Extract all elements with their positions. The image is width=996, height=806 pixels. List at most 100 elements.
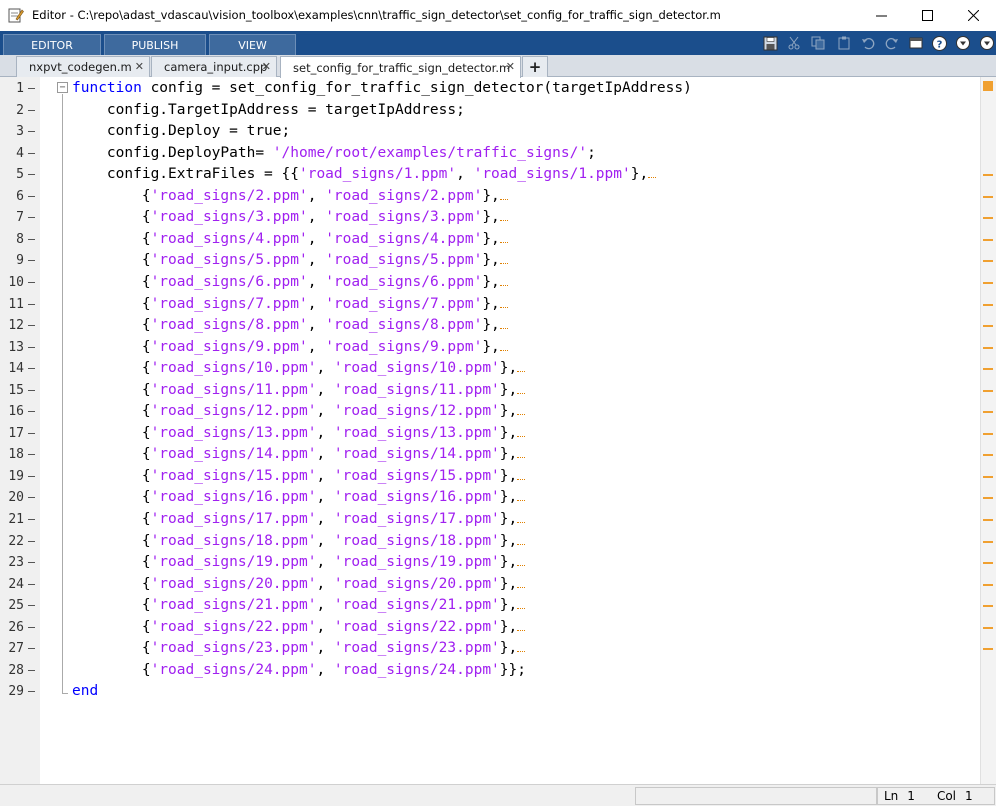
warning-underline[interactable] (499, 259, 508, 265)
fold-toggle-icon[interactable]: − (57, 82, 68, 93)
warning-underline[interactable] (499, 324, 508, 330)
warning-underline[interactable] (517, 561, 526, 567)
breakpoint-dash[interactable] (28, 626, 35, 628)
warning-underline[interactable] (517, 432, 526, 437)
breakpoint-dash[interactable] (28, 432, 35, 434)
code-line[interactable]: 21 {'road_signs/17.ppm', 'road_signs/17.… (0, 509, 996, 530)
warning-underline[interactable] (517, 453, 526, 459)
code-line[interactable]: 17 {'road_signs/13.ppm', 'road_signs/13.… (0, 423, 996, 444)
breakpoint-dash[interactable] (28, 238, 35, 240)
breakpoint-dash[interactable] (28, 497, 35, 499)
paste-button[interactable] (836, 35, 852, 51)
breakpoint-dash[interactable] (28, 605, 35, 607)
warning-marker[interactable] (983, 497, 993, 500)
warning-underline[interactable] (517, 647, 526, 653)
close-tab-icon[interactable]: ✕ (262, 60, 271, 73)
tab-editor[interactable]: EDITOR (3, 34, 101, 55)
warning-marker[interactable] (983, 368, 993, 371)
warning-marker[interactable] (983, 540, 993, 543)
breakpoint-dash[interactable] (28, 88, 35, 89)
breakpoint-dash[interactable] (28, 519, 35, 520)
copy-button[interactable] (810, 35, 826, 51)
warning-marker[interactable] (983, 562, 993, 565)
warning-underline[interactable] (517, 367, 526, 373)
doc-tab-nxpvt-codegen[interactable]: nxpvt_codegen.m ✕ (16, 56, 150, 77)
code-line[interactable]: 12 {'road_signs/8.ppm', 'road_signs/8.pp… (0, 315, 996, 336)
warning-marker[interactable] (983, 389, 993, 392)
undo-button[interactable] (860, 35, 876, 51)
warning-marker[interactable] (983, 260, 993, 263)
close-button[interactable] (950, 0, 996, 31)
breakpoint-dash[interactable] (28, 411, 35, 413)
code-line[interactable]: 26 {'road_signs/22.ppm', 'road_signs/22.… (0, 617, 996, 638)
save-button[interactable] (762, 35, 778, 51)
warning-marker[interactable] (983, 475, 993, 478)
warning-underline[interactable] (517, 389, 526, 394)
cut-button[interactable] (786, 35, 802, 51)
code-line[interactable]: 29 end (0, 681, 996, 702)
code-line[interactable]: 18 {'road_signs/14.ppm', 'road_signs/14.… (0, 444, 996, 465)
breakpoint-dash[interactable] (28, 454, 35, 456)
code-line[interactable]: 19 {'road_signs/15.ppm', 'road_signs/15.… (0, 466, 996, 487)
warning-underline[interactable] (499, 238, 508, 243)
breakpoint-dash[interactable] (28, 669, 35, 671)
warning-underline[interactable] (499, 281, 508, 286)
code-line[interactable]: 13 {'road_signs/9.ppm', 'road_signs/9.pp… (0, 337, 996, 358)
warning-marker[interactable] (983, 325, 993, 328)
warning-underline[interactable] (499, 346, 508, 351)
doc-tab-set-config[interactable]: set_config_for_traffic_sign_detector.m ✕ (280, 56, 521, 78)
code-editor[interactable]: 1 function config = set_config_for_traffi… (0, 77, 996, 784)
breakpoint-dash[interactable] (28, 325, 35, 327)
code-line[interactable]: 2 config.TargetIpAddress = targetIpAddre… (0, 100, 996, 121)
breakpoint-dash[interactable] (28, 303, 35, 305)
help-button[interactable]: ? (931, 35, 947, 51)
code-line[interactable]: 14 {'road_signs/10.ppm', 'road_signs/10.… (0, 358, 996, 379)
code-line[interactable]: 15 {'road_signs/11.ppm', 'road_signs/11.… (0, 380, 996, 401)
warning-underline[interactable] (499, 303, 508, 308)
breakpoint-dash[interactable] (28, 195, 35, 197)
code-line[interactable]: 4 config.DeployPath= '/home/root/example… (0, 143, 996, 164)
code-line[interactable]: 8 {'road_signs/4.ppm', 'road_signs/4.ppm… (0, 229, 996, 250)
warning-underline[interactable] (517, 496, 526, 502)
warning-marker[interactable] (983, 648, 993, 651)
code-line[interactable]: 27 {'road_signs/23.ppm', 'road_signs/23.… (0, 638, 996, 659)
code-line[interactable]: 7 {'road_signs/3.ppm', 'road_signs/3.ppm… (0, 207, 996, 228)
breakpoint-dash[interactable] (28, 131, 35, 133)
warning-marker[interactable] (983, 519, 993, 521)
code-line[interactable]: 9 {'road_signs/5.ppm', 'road_signs/5.ppm… (0, 250, 996, 271)
warning-underline[interactable] (517, 410, 526, 416)
code-line[interactable]: 22 {'road_signs/18.ppm', 'road_signs/18.… (0, 531, 996, 552)
code-line[interactable]: 28 {'road_signs/24.ppm', 'road_signs/24.… (0, 660, 996, 681)
warning-marker[interactable] (983, 238, 993, 241)
warning-marker[interactable] (983, 432, 993, 435)
breakpoint-dash[interactable] (28, 389, 35, 391)
tab-view[interactable]: VIEW (209, 34, 296, 55)
close-tab-icon[interactable]: ✕ (506, 60, 515, 73)
warning-marker[interactable] (983, 281, 993, 284)
warning-underline[interactable] (517, 583, 526, 588)
warning-underline[interactable] (517, 475, 526, 480)
warning-summary-icon[interactable] (983, 81, 993, 91)
warning-underline[interactable] (517, 518, 526, 523)
warning-marker[interactable] (983, 583, 993, 586)
breakpoint-dash[interactable] (28, 368, 35, 370)
warning-marker[interactable] (983, 217, 993, 220)
breakpoint-dash[interactable] (28, 691, 35, 693)
warning-underline[interactable] (517, 626, 526, 631)
code-line[interactable]: 25 {'road_signs/21.ppm', 'road_signs/21.… (0, 595, 996, 616)
code-line[interactable]: 24 {'road_signs/20.ppm', 'road_signs/20.… (0, 574, 996, 595)
breakpoint-dash[interactable] (28, 540, 35, 542)
breakpoint-dash[interactable] (28, 562, 35, 564)
code-line[interactable]: 20 {'road_signs/16.ppm', 'road_signs/16.… (0, 487, 996, 508)
breakpoint-dash[interactable] (28, 583, 35, 585)
close-tab-icon[interactable]: ✕ (135, 60, 144, 73)
minimize-button[interactable] (858, 0, 904, 31)
breakpoint-dash[interactable] (28, 152, 35, 154)
warning-underline[interactable] (499, 216, 508, 222)
code-line[interactable]: 5 config.ExtraFiles = {{'road_signs/1.pp… (0, 164, 996, 185)
breakpoint-dash[interactable] (28, 648, 35, 650)
warning-underline[interactable] (517, 604, 526, 610)
breakpoint-dash[interactable] (28, 281, 35, 283)
warning-marker[interactable] (983, 195, 993, 198)
breakpoint-dash[interactable] (28, 174, 35, 176)
